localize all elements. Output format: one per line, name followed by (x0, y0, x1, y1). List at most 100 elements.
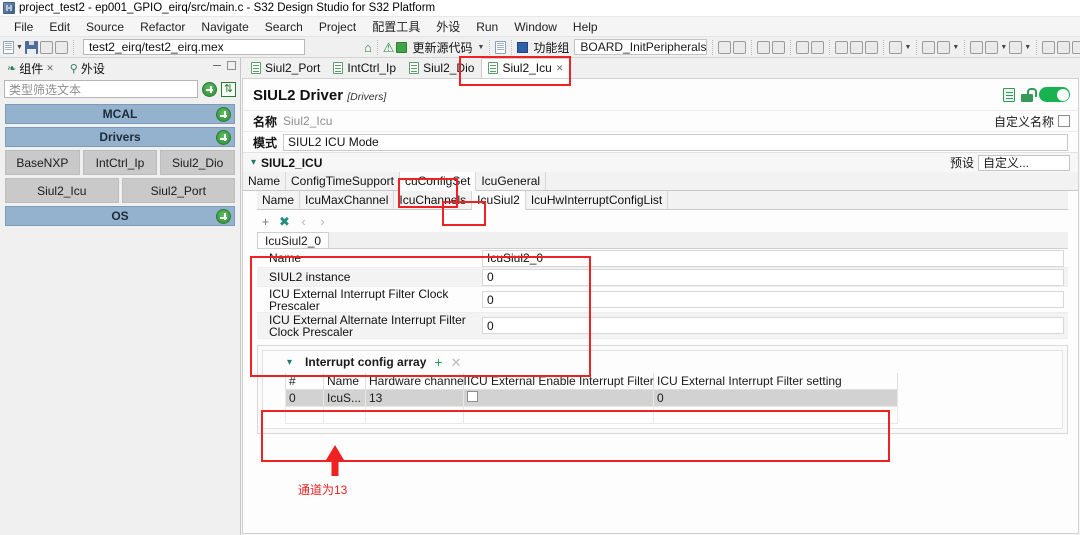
cell-interrupt-filter-setting[interactable]: 0 (653, 389, 898, 407)
cell-name[interactable]: IcuS... (323, 389, 366, 407)
home-icon[interactable]: ⌂ (364, 39, 372, 56)
component-intctrl-ip[interactable]: IntCtrl_Ip (82, 150, 158, 175)
menu-edit[interactable]: Edit (41, 19, 78, 35)
forward-icon[interactable] (1057, 39, 1071, 56)
menu-project[interactable]: Project (311, 19, 364, 35)
enable-interrupt-filter-checkbox[interactable] (467, 391, 478, 402)
update-source-icon[interactable] (396, 39, 408, 56)
cell-enable-interrupt-filter[interactable] (463, 389, 654, 407)
table-row[interactable]: 0 IcuS... 13 0 (285, 389, 898, 407)
new-file-icon[interactable] (3, 39, 14, 56)
component-basenxp[interactable]: BaseNXP (5, 150, 80, 175)
remove-array-item-button[interactable]: ✖ (276, 213, 293, 230)
menu-file[interactable]: File (6, 19, 41, 35)
menu-config-tools[interactable]: 配置工具 (364, 17, 428, 36)
maximize-icon[interactable] (227, 61, 236, 70)
save-icon[interactable] (24, 39, 38, 56)
ruler-icon[interactable] (970, 39, 984, 56)
update-source-dropdown-icon[interactable]: ▼ (477, 44, 484, 51)
document-icon[interactable] (1003, 87, 1015, 102)
tab-name-2[interactable]: Name (257, 191, 301, 209)
export-icon[interactable] (796, 39, 810, 56)
build-icon[interactable] (889, 39, 903, 56)
next-annotation-icon[interactable] (1009, 39, 1023, 56)
tab-icusiul2[interactable]: IcuSiul2 (472, 191, 526, 210)
editor-tab-intctrl-ip[interactable]: IntCtrl_Ip (327, 59, 403, 78)
add-mcal-component-icon[interactable] (216, 107, 231, 122)
board-init-peripherals-field[interactable]: BOARD_InitPeripherals (574, 39, 708, 55)
group-header-mcal[interactable]: MCAL (5, 104, 235, 124)
console-icon[interactable] (835, 39, 849, 56)
property-value-name[interactable]: IcuSiul2_0 (482, 249, 1064, 267)
pin-dropdown-icon[interactable]: ▼ (952, 44, 959, 51)
save-as-icon[interactable] (54, 39, 68, 56)
enable-toggle[interactable] (1039, 87, 1070, 102)
editor-tab-siul2-port[interactable]: Siul2_Port (245, 59, 327, 78)
tab-components[interactable]: ❧ 组件 ✕ (4, 59, 57, 78)
next-array-item-button[interactable]: › (314, 213, 331, 230)
open-perspective-icon[interactable] (922, 39, 936, 56)
group-header-drivers[interactable]: Drivers (5, 127, 235, 147)
copy-icon[interactable] (495, 39, 507, 56)
filter-input[interactable]: 类型筛选文本 (4, 80, 198, 98)
close-icon[interactable]: ✕ (556, 63, 564, 74)
column-interrupt-filter-setting[interactable]: ICU External Interrupt Filter setting (653, 373, 898, 390)
property-value-filter-clock-prescaler[interactable]: 0 (482, 291, 1064, 308)
undo-icon[interactable] (757, 39, 771, 56)
add-array-item-button[interactable]: + (257, 213, 274, 230)
menu-run[interactable]: Run (468, 19, 506, 35)
menu-refactor[interactable]: Refactor (132, 19, 193, 35)
menu-search[interactable]: Search (257, 19, 311, 35)
sort-button[interactable]: ⇅ (221, 81, 236, 97)
redo-icon[interactable] (772, 39, 786, 56)
editor-tab-siul2-dio[interactable]: Siul2_Dio (403, 59, 481, 78)
chevron-down-icon[interactable]: ▾ (251, 157, 256, 168)
update-source-label[interactable]: 更新源代码 (409, 39, 475, 56)
menu-navigate[interactable]: Navigate (193, 19, 256, 35)
component-siul2-dio[interactable]: Siul2_Dio (160, 150, 236, 175)
add-drivers-component-icon[interactable] (216, 130, 231, 145)
column-hardware-channel[interactable]: Hardware channel (365, 373, 466, 390)
menu-source[interactable]: Source (78, 19, 132, 35)
pin-icon[interactable] (937, 39, 951, 56)
remove-interrupt-config-button[interactable]: ✕ (451, 356, 462, 369)
component-siul2-port[interactable]: Siul2_Port (121, 178, 235, 203)
cell-hardware-channel[interactable]: 13 (365, 389, 464, 407)
close-icon[interactable]: ✕ (46, 63, 54, 74)
tab-icuchannels[interactable]: IcuChannels (394, 191, 473, 209)
back-icon[interactable] (1042, 39, 1056, 56)
add-interrupt-config-button[interactable]: + (434, 355, 442, 369)
menu-help[interactable]: Help (565, 19, 606, 35)
debug-icon[interactable] (850, 39, 864, 56)
group-header-os[interactable]: OS (5, 206, 235, 226)
menu-window[interactable]: Window (506, 19, 565, 35)
custom-name-checkbox[interactable] (1058, 115, 1070, 127)
add-component-button[interactable] (202, 81, 217, 97)
previous-array-item-button[interactable]: ‹ (295, 213, 312, 230)
add-os-component-icon[interactable] (216, 209, 231, 224)
comment-icon[interactable] (733, 39, 747, 56)
build-dropdown-icon[interactable]: ▼ (904, 44, 911, 51)
previous-edit-icon[interactable] (1072, 39, 1080, 56)
tab-icumaxchannel[interactable]: IcuMaxChannel (300, 191, 395, 209)
tab-icugeneral[interactable]: IcuGeneral (476, 172, 547, 190)
search-dropdown-icon[interactable]: ▼ (1000, 44, 1007, 51)
column-name[interactable]: Name (323, 373, 366, 390)
sort-toolbar-icon[interactable] (811, 39, 825, 56)
preset-select[interactable]: 自定义... (978, 154, 1070, 171)
subtab-icusiul2-0[interactable]: IcuSiul2_0 (257, 232, 330, 248)
tab-name[interactable]: Name (243, 172, 287, 190)
property-value-alt-filter-clock-prescaler[interactable]: 0 (482, 317, 1064, 334)
menu-peripherals[interactable]: 外设 (428, 17, 468, 36)
column-index[interactable]: # (285, 373, 324, 390)
next-annotation-dropdown-icon[interactable]: ▼ (1024, 44, 1031, 51)
property-value-siul2-instance[interactable]: 0 (482, 268, 1064, 286)
mex-path-field[interactable]: test2_eirq/test2_eirq.mex (82, 39, 305, 55)
bookmark-icon[interactable] (718, 39, 732, 56)
editor-tab-siul2-icu[interactable]: Siul2_Icu ✕ (481, 58, 572, 78)
component-siul2-icu[interactable]: Siul2_Icu (5, 178, 119, 203)
save-all-icon[interactable] (39, 39, 53, 56)
warning-icon[interactable]: ⚠ (383, 39, 395, 56)
functional-group-icon[interactable] (517, 39, 529, 56)
new-file-dropdown-icon[interactable]: ▼ (16, 44, 23, 51)
